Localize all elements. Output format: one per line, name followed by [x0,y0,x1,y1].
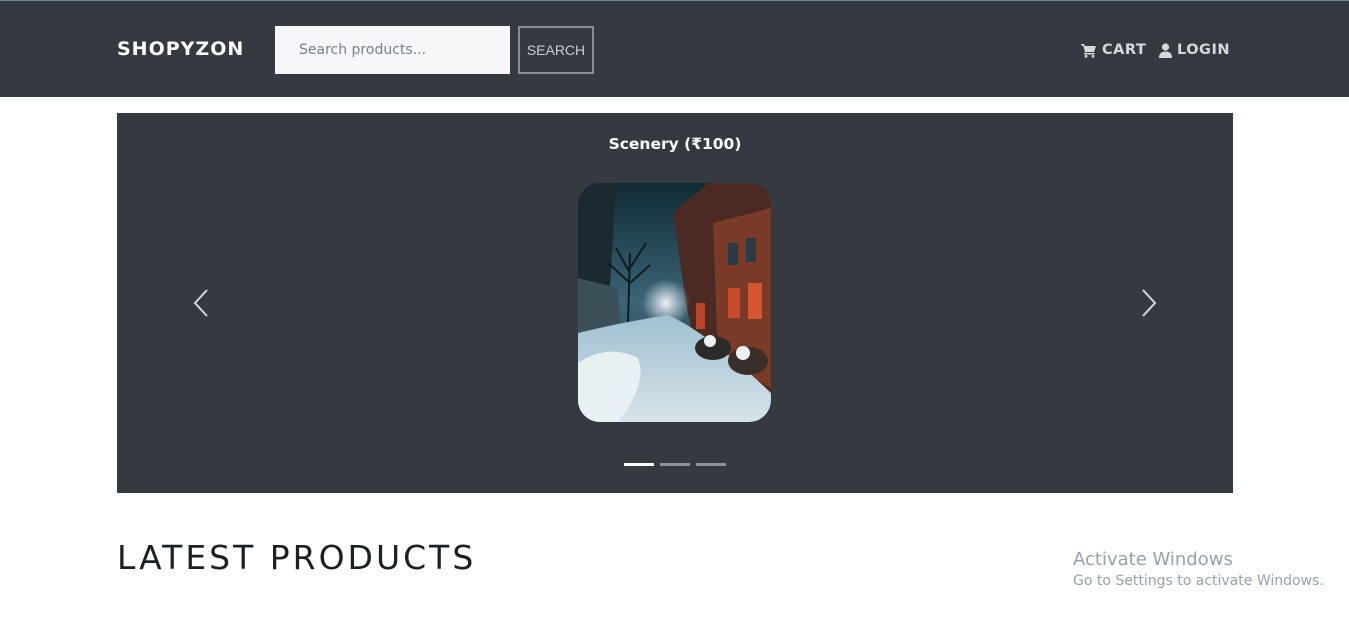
cart-icon [1081,43,1097,58]
latest-products-heading: LATEST PRODUCTS [117,538,477,577]
product-carousel: Scenery (₹100) [117,113,1233,493]
carousel-indicator[interactable] [660,463,690,466]
carousel-indicator[interactable] [696,463,726,466]
windows-activation-watermark: Activate Windows Go to Settings to activ… [1073,549,1324,589]
slide-caption: Scenery (₹100) [608,135,742,153]
login-label: LOGIN [1177,42,1230,58]
watermark-title: Activate Windows [1073,549,1233,570]
search-input[interactable] [275,26,510,74]
carousel-indicators [624,463,726,466]
slide-product-image[interactable] [578,183,771,422]
chevron-right-icon [1134,289,1164,323]
carousel-next-button[interactable] [1134,287,1164,319]
user-icon [1159,42,1172,58]
login-link[interactable]: LOGIN [1159,39,1230,61]
carousel-indicator[interactable] [624,463,654,466]
chevron-left-icon [186,289,216,323]
watermark-subtitle: Go to Settings to activate Windows. [1073,573,1324,589]
carousel-prev-button[interactable] [186,287,216,319]
brand-logo[interactable]: SHOPYZON [117,38,244,60]
cart-label: CART [1102,42,1147,58]
search-button[interactable]: SEARCH [518,26,594,74]
cart-link[interactable]: CART [1081,39,1146,61]
navbar: SHOPYZON SEARCH CART LOGIN [0,1,1349,97]
